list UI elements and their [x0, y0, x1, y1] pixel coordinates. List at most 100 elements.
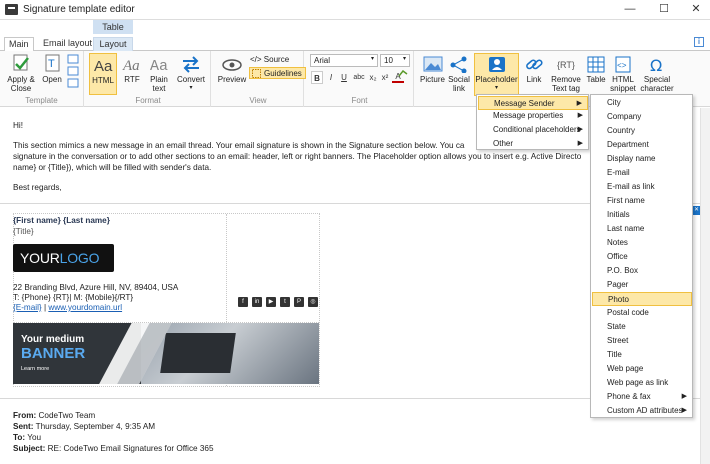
quoted-from: From: CodeTwo Team: [13, 411, 96, 420]
group-template: Apply & Close T Open Template: [0, 51, 84, 107]
message-greeting: Hi!: [13, 121, 24, 130]
table-button[interactable]: Table: [585, 53, 607, 84]
tab-main[interactable]: Main: [4, 37, 34, 52]
your-logo-image: YOURLOGO: [13, 244, 114, 272]
pinterest-icon[interactable]: P: [294, 297, 304, 307]
rtf-format-button[interactable]: Aa RTF: [120, 53, 144, 84]
guidelines-toggle[interactable]: Guidelines: [249, 67, 306, 79]
facebook-icon[interactable]: f: [238, 297, 248, 307]
submenu-item-office[interactable]: Office: [592, 250, 692, 264]
section-close-icon[interactable]: ✕: [693, 206, 700, 215]
apply-close-button[interactable]: Apply & Close: [4, 53, 38, 93]
instagram-icon[interactable]: ◎: [308, 297, 318, 307]
submenu-item-country[interactable]: Country: [592, 124, 692, 138]
submenu-item-notes[interactable]: Notes: [592, 236, 692, 250]
tab-layout[interactable]: Layout: [93, 37, 133, 51]
preview-button[interactable]: Preview: [216, 53, 248, 84]
submenu-item-pager[interactable]: Pager: [592, 278, 692, 292]
bold-button[interactable]: B: [311, 71, 323, 84]
font-family-select[interactable]: Arial: [310, 54, 378, 67]
submenu-item-city[interactable]: City: [592, 96, 692, 110]
submenu-item-e-mail[interactable]: E-mail: [592, 166, 692, 180]
remove-text-tag-button[interactable]: {RT} Remove Text tag: [548, 53, 584, 93]
submenu-item-state[interactable]: State: [592, 320, 692, 334]
submenu-item-company[interactable]: Company: [592, 110, 692, 124]
twitter-icon[interactable]: t: [280, 297, 290, 307]
signature-url-link[interactable]: www.yourdomain.url: [48, 303, 122, 312]
menu-item-message-properties[interactable]: Message properties ▶: [478, 109, 588, 123]
submenu-item-web-page-as-link[interactable]: Web page as link: [592, 376, 692, 390]
submenu-item-last-name[interactable]: Last name: [592, 222, 692, 236]
vertical-scrollbar[interactable]: [700, 108, 710, 464]
rt-tag-icon: {RT}: [557, 60, 575, 70]
submenu-arrow-icon: ▶: [681, 407, 687, 414]
submenu-item-web-page[interactable]: Web page: [592, 362, 692, 376]
submenu-item-first-name[interactable]: First name: [592, 194, 692, 208]
maximize-button[interactable]: ☐: [648, 0, 680, 20]
svg-text:Aa: Aa: [94, 58, 113, 74]
message-regards: Best regards,: [13, 183, 62, 192]
subscript-button[interactable]: x₂: [367, 71, 379, 84]
signature-email-link[interactable]: {E-mail}: [13, 303, 42, 312]
tab-email-layout[interactable]: Email layout: [39, 37, 96, 51]
placeholder-person-icon: [488, 57, 505, 72]
underline-button[interactable]: U: [338, 71, 350, 84]
banner-line-1: Your medium: [21, 334, 85, 345]
html-format-button[interactable]: Aa HTML: [89, 53, 117, 95]
font-size-dropdown-icon[interactable]: ▾: [403, 55, 406, 62]
convert-button[interactable]: Convert ▾: [175, 53, 207, 93]
info-icon[interactable]: i: [694, 37, 704, 47]
signature-name: {First name} {Last name}: [13, 216, 110, 225]
group-label-format: Format: [135, 96, 161, 105]
italic-button[interactable]: I: [325, 71, 337, 84]
submenu-item-e-mail-as-link[interactable]: E-mail as link: [592, 180, 692, 194]
source-button[interactable]: </> Source: [250, 55, 289, 64]
open-template-icon: T: [45, 54, 60, 72]
submenu-item-postal-code[interactable]: Postal code: [592, 306, 692, 320]
template-tools-icon: [67, 54, 79, 88]
open-button[interactable]: T Open: [40, 53, 64, 84]
submenu-item-initials[interactable]: Initials: [592, 208, 692, 222]
submenu-item-title[interactable]: Title: [592, 348, 692, 362]
menu-item-other[interactable]: Other ▶: [478, 137, 588, 151]
linkedin-icon[interactable]: in: [252, 297, 262, 307]
minimize-button[interactable]: —: [614, 0, 646, 20]
submenu-item-p-o-box[interactable]: P.O. Box: [592, 264, 692, 278]
plain-text-format-icon: Aa: [150, 58, 168, 73]
submenu-item-street[interactable]: Street: [592, 334, 692, 348]
share-icon: [450, 56, 467, 73]
clear-format-icon[interactable]: [398, 70, 408, 78]
strikethrough-button[interactable]: abc: [352, 71, 366, 84]
social-link-button[interactable]: Social link: [447, 53, 471, 93]
medium-banner-image[interactable]: Your medium BANNER Learn more: [13, 323, 319, 384]
app-icon: [5, 4, 18, 15]
submenu-item-photo[interactable]: Photo: [592, 292, 692, 306]
convert-arrows-icon: [183, 56, 199, 73]
banner-line-2: BANNER: [21, 345, 86, 362]
submenu-item-phone-fax[interactable]: Phone & fax ▶: [592, 390, 692, 404]
placeholder-button[interactable]: Placeholder ▾: [474, 53, 519, 96]
preview-eye-icon: [222, 59, 242, 71]
special-character-button[interactable]: Ω Special character: [639, 53, 675, 93]
menu-item-conditional-placeholders[interactable]: Conditional placeholders ▶: [478, 123, 588, 137]
html-snippet-button[interactable]: <> HTML snippet: [609, 53, 637, 93]
submenu-item-custom-ad-attributes[interactable]: Custom AD attributes ▶: [592, 404, 692, 418]
submenu-item-department[interactable]: Department: [592, 138, 692, 152]
link-button[interactable]: Link: [522, 53, 546, 84]
window-title: Signature template editor: [23, 4, 135, 15]
template-small-icons[interactable]: [67, 54, 80, 92]
message-sender-submenu: City Company Country Department Display name…: [590, 94, 693, 418]
svg-text:<>: <>: [617, 62, 627, 71]
plain-text-format-button[interactable]: Aa Plain text: [146, 53, 172, 93]
font-family-dropdown-icon[interactable]: ▾: [371, 55, 374, 62]
svg-text:Aa: Aa: [122, 58, 140, 73]
submenu-item-display-name[interactable]: Display name: [592, 152, 692, 166]
group-label-view: View: [249, 96, 267, 105]
menu-item-message-sender[interactable]: Message Sender ▶: [478, 96, 588, 110]
picture-button[interactable]: Picture: [419, 53, 446, 84]
submenu-arrow-icon: ▶: [577, 140, 583, 147]
youtube-icon[interactable]: ▶: [266, 297, 276, 307]
close-button[interactable]: ✕: [680, 0, 710, 20]
superscript-button[interactable]: x²: [379, 71, 391, 84]
quoted-subject: Subject: RE: CodeTwo Email Signatures fo…: [13, 444, 214, 453]
